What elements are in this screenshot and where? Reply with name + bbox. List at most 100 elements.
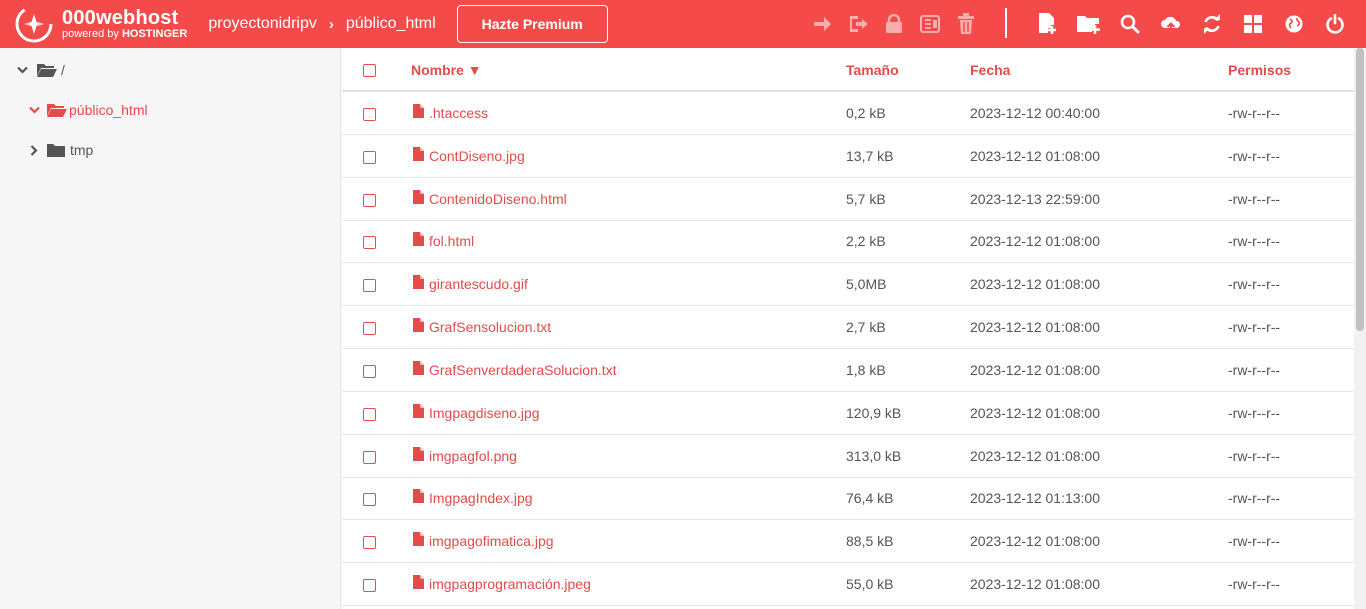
- row-checkbox[interactable]: [363, 194, 376, 207]
- file-size: 0,2 kB: [846, 105, 886, 121]
- file-date: 2023-12-12 01:08:00: [970, 276, 1100, 292]
- file-icon: [413, 532, 424, 546]
- tree-item-publico-html[interactable]: público_html: [27, 100, 148, 120]
- tree-item-label: público_html: [69, 102, 148, 118]
- file-name-link[interactable]: imgpagfol.png: [429, 448, 517, 464]
- chevron-down-icon[interactable]: [15, 66, 29, 74]
- brand-subtitle: powered by HOSTINGER: [62, 28, 188, 40]
- column-date-header[interactable]: Fecha: [970, 62, 1010, 78]
- file-size: 88,5 kB: [846, 533, 894, 549]
- file-permissions: -rw-r--r--: [1228, 319, 1281, 335]
- search-icon[interactable]: [1109, 0, 1150, 48]
- file-permissions: -rw-r--r--: [1228, 191, 1281, 207]
- file-permissions: -rw-r--r--: [1228, 448, 1281, 464]
- power-icon[interactable]: [1314, 0, 1355, 48]
- file-date: 2023-12-13 22:59:00: [970, 191, 1100, 207]
- table-row[interactable]: imgpagfol.png 313,0 kB 2023-12-12 01:08:00…: [342, 435, 1354, 478]
- row-checkbox[interactable]: [363, 365, 376, 378]
- premium-button[interactable]: Hazte Premium: [456, 5, 608, 43]
- row-checkbox[interactable]: [363, 108, 376, 121]
- table-row[interactable]: girantescudo.gif 5,0MB 2023-12-12 01:08:00…: [342, 263, 1354, 306]
- file-icon: [413, 318, 424, 332]
- table-row[interactable]: .htaccess 0,2 kB 2023-12-12 00:40:00 -rw-r-…: [342, 92, 1354, 135]
- row-checkbox[interactable]: [363, 236, 376, 249]
- new-file-icon[interactable]: [1027, 0, 1068, 48]
- table-row[interactable]: GrafSenverdaderaSolucion.txt 1,8 kB 2023-1…: [342, 349, 1354, 392]
- globe-icon[interactable]: [1273, 0, 1314, 48]
- table-row[interactable]: imgpagprogramación.jpeg 55,0 kB 2023-12-12…: [342, 563, 1354, 606]
- file-date: 2023-12-12 01:08:00: [970, 533, 1100, 549]
- file-date: 2023-12-12 01:08:00: [970, 576, 1100, 592]
- file-date: 2023-12-12 01:08:00: [970, 148, 1100, 164]
- table-row[interactable]: fol.html 2,2 kB 2023-12-12 01:08:00 -rw-r--…: [342, 220, 1354, 263]
- file-date: 2023-12-12 01:08:00: [970, 448, 1100, 464]
- file-name-link[interactable]: ContenidoDiseno.html: [429, 191, 567, 207]
- file-name-link[interactable]: imgpagprogramación.jpeg: [429, 576, 591, 592]
- file-name-link[interactable]: .htaccess: [429, 105, 488, 121]
- file-name-link[interactable]: GrafSensolucion.txt: [429, 319, 551, 335]
- row-checkbox[interactable]: [363, 579, 376, 592]
- row-checkbox[interactable]: [363, 151, 376, 164]
- table-row[interactable]: imgpagofimatica.jpg 88,5 kB 2023-12-12 01:…: [342, 520, 1354, 563]
- row-checkbox[interactable]: [363, 279, 376, 292]
- new-folder-icon[interactable]: [1068, 0, 1109, 48]
- file-name-link[interactable]: fol.html: [429, 233, 474, 249]
- brand-logo[interactable]: 000webhost powered by HOSTINGER: [14, 0, 187, 48]
- file-size: 5,7 kB: [846, 191, 886, 207]
- file-name-link[interactable]: imgpagofimatica.jpg: [429, 533, 554, 549]
- brand-title: 000webhost: [62, 7, 179, 29]
- grid-view-icon[interactable]: [1232, 0, 1273, 48]
- row-checkbox[interactable]: [363, 408, 376, 421]
- rename-icon[interactable]: [840, 0, 876, 48]
- file-size: 313,0 kB: [846, 448, 902, 464]
- table-row[interactable]: GrafSensolucion.txt 2,7 kB 2023-12-12 01:0…: [342, 306, 1354, 349]
- file-name-link[interactable]: GrafSenverdaderaSolucion.txt: [429, 362, 617, 378]
- table-row[interactable]: ImgpagIndex.jpg 76,4 kB 2023-12-12 01:13:0…: [342, 477, 1354, 520]
- lock-icon[interactable]: [876, 0, 912, 48]
- tree-item-root[interactable]: /: [15, 60, 65, 80]
- trash-icon[interactable]: [948, 0, 984, 48]
- file-name-link[interactable]: Imgpagdiseno.jpg: [429, 405, 540, 421]
- scrollbar-thumb[interactable]: [1356, 48, 1364, 331]
- select-all-checkbox[interactable]: [363, 64, 376, 77]
- column-size-header[interactable]: Tamaño: [846, 62, 899, 78]
- file-size: 2,7 kB: [846, 319, 886, 335]
- file-name-link[interactable]: girantescudo.gif: [429, 276, 528, 292]
- file-icon: [413, 361, 424, 375]
- file-name-link[interactable]: ContDiseno.jpg: [429, 148, 525, 164]
- table-row[interactable]: ContDiseno.jpg 13,7 kB 2023-12-12 01:08:00…: [342, 135, 1354, 178]
- chevron-right-icon: ›: [328, 15, 334, 33]
- file-permissions: -rw-r--r--: [1228, 490, 1281, 506]
- row-checkbox[interactable]: [363, 451, 376, 464]
- row-checkbox[interactable]: [363, 493, 376, 506]
- file-name-link[interactable]: ImgpagIndex.jpg: [429, 490, 533, 506]
- file-size: 2,2 kB: [846, 233, 886, 249]
- toolbar-enabled: [1027, 0, 1355, 48]
- refresh-icon[interactable]: [1191, 0, 1232, 48]
- move-icon[interactable]: [804, 0, 840, 48]
- archive-icon[interactable]: [912, 0, 948, 48]
- breadcrumb-folder[interactable]: público_html: [346, 15, 436, 33]
- chevron-right-icon[interactable]: [27, 144, 41, 156]
- breadcrumb-site[interactable]: proyectonidripv: [208, 15, 317, 33]
- column-permissions-header[interactable]: Permisos: [1228, 62, 1291, 78]
- file-icon: [413, 489, 424, 503]
- file-date: 2023-12-12 01:08:00: [970, 319, 1100, 335]
- table-row[interactable]: ContenidoDiseno.html 5,7 kB 2023-12-13 22:…: [342, 178, 1354, 221]
- chevron-down-icon[interactable]: [27, 106, 41, 114]
- file-date: 2023-12-12 00:40:00: [970, 105, 1100, 121]
- file-icon: [413, 575, 424, 589]
- file-size: 13,7 kB: [846, 148, 894, 164]
- file-icon: [413, 104, 424, 118]
- breadcrumb: proyectonidripv › público_html: [208, 15, 435, 33]
- folder-tree: / público_html tmp: [0, 48, 341, 609]
- row-checkbox[interactable]: [363, 536, 376, 549]
- file-permissions: -rw-r--r--: [1228, 105, 1281, 121]
- row-checkbox[interactable]: [363, 322, 376, 335]
- file-permissions: -rw-r--r--: [1228, 276, 1281, 292]
- column-name-header[interactable]: Nombre ▼: [411, 62, 482, 78]
- toolbar-disabled: [804, 0, 984, 48]
- tree-item-tmp[interactable]: tmp: [27, 140, 93, 160]
- upload-icon[interactable]: [1150, 0, 1191, 48]
- table-row[interactable]: Imgpagdiseno.jpg 120,9 kB 2023-12-12 01:08…: [342, 392, 1354, 435]
